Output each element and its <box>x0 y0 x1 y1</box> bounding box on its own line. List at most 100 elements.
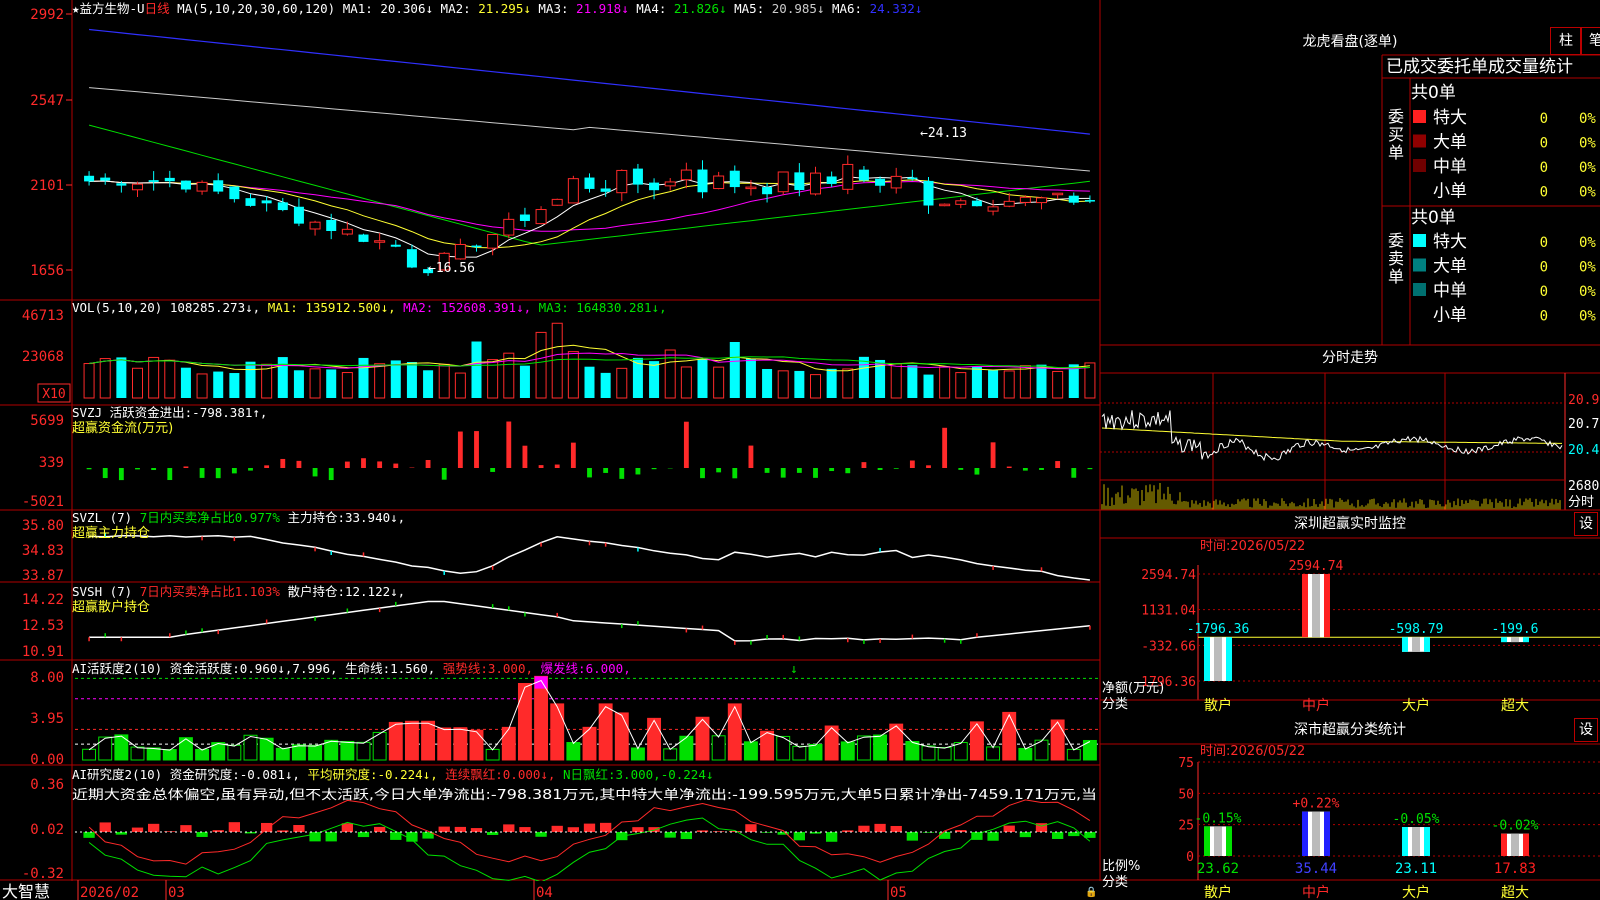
candle-up <box>713 175 725 190</box>
volume-bar <box>131 367 144 399</box>
candle-down <box>229 186 240 200</box>
svsh-axis-tick: 10.91 <box>22 644 64 660</box>
candle-down <box>148 180 159 182</box>
candle-down <box>471 245 482 248</box>
activity-bar <box>534 675 549 761</box>
volume-bar <box>584 366 595 398</box>
ss-bar-edge <box>1226 826 1232 856</box>
volume-bar <box>148 356 160 399</box>
candle-up <box>1035 197 1048 204</box>
side-label-char: 卖 <box>1388 249 1404 268</box>
flow-bar <box>893 468 899 469</box>
candle-down <box>245 198 256 206</box>
ma6-line <box>89 28 1090 135</box>
ss-axis-tick: 0 <box>1186 850 1194 865</box>
sz-bar-label: 2594.74 <box>1289 559 1344 574</box>
activity-bar <box>162 749 177 761</box>
candle-up <box>777 171 789 193</box>
research-bar <box>745 824 757 832</box>
activity-bar <box>969 721 984 761</box>
ai1-axis-tick: 3.95 <box>30 711 64 727</box>
flow-bar <box>151 468 157 471</box>
research-bar <box>535 832 547 837</box>
candle-up <box>890 175 902 189</box>
volume-bar <box>664 349 676 399</box>
volume-bar <box>809 374 822 399</box>
sz-x-title: 净额(万元) <box>1102 681 1164 696</box>
activity-bar <box>98 736 113 761</box>
candle-up <box>454 243 466 260</box>
research-bar <box>632 827 644 832</box>
sz-bar-label: -199.6 <box>1492 622 1539 637</box>
research-bar <box>341 823 354 832</box>
lhkp-title: 龙虎看盘(逐单) <box>1303 33 1398 50</box>
buy-row-swatch <box>1413 110 1426 123</box>
candle-up <box>131 183 144 191</box>
volume-bar <box>697 359 708 398</box>
flow-bar <box>199 468 205 478</box>
volume-bar <box>955 372 967 399</box>
candle-up <box>987 206 999 212</box>
candle-down <box>923 180 934 206</box>
flow-bar <box>554 464 560 468</box>
candle-up <box>745 186 757 190</box>
ss-value-label: 35.44 <box>1295 861 1337 877</box>
research-bar <box>567 827 580 832</box>
tick-view-button[interactable]: 笔 <box>1580 27 1600 55</box>
low-annotation: ←16.56 <box>428 261 475 276</box>
sell-total: 共0单 <box>1411 208 1456 228</box>
flow-bar <box>942 427 948 468</box>
flow-bar <box>425 459 431 468</box>
sz-bar-edge <box>1501 637 1507 643</box>
flow-bar <box>167 468 173 481</box>
research-bar <box>1068 832 1080 837</box>
activity-bar <box>517 683 532 761</box>
sell-row-swatch <box>1413 258 1426 272</box>
svzl-subtitle: 超赢主力持仓 <box>72 525 150 541</box>
sz-settings-button[interactable]: 设 <box>1574 512 1598 536</box>
volume-bar <box>213 371 224 398</box>
activity-bar <box>840 741 855 761</box>
fs-volume-tick: 2680 <box>1568 479 1599 494</box>
activity-bar <box>905 741 920 761</box>
candle-up <box>842 163 854 190</box>
volume-bar <box>794 370 805 398</box>
sell-row-value: 0 <box>1540 235 1548 251</box>
activity-bar <box>421 720 436 761</box>
fs-unit-label: 分时 <box>1568 495 1594 510</box>
volume-bar <box>842 368 854 399</box>
volume-bar <box>1052 370 1064 399</box>
research-bar <box>551 825 563 832</box>
flow-bar <box>958 468 964 470</box>
flow-bar <box>393 463 399 468</box>
column-view-button[interactable]: 柱 <box>1550 27 1582 55</box>
candle-down <box>826 176 837 184</box>
sell-row-pct: 0% <box>1579 260 1596 276</box>
fs-price-tick: 20.99 <box>1568 393 1600 408</box>
ai1-axis-tick: 8.00 <box>30 670 64 686</box>
volume-bar <box>309 368 321 399</box>
status-bar <box>0 881 1600 900</box>
research-bar <box>83 832 95 838</box>
flow-bar <box>264 465 270 468</box>
candle-up <box>939 203 951 207</box>
candle-down <box>762 187 773 195</box>
flow-bar <box>457 431 463 468</box>
candle-up <box>567 178 579 204</box>
flow-bar <box>796 468 802 473</box>
candle-down <box>164 177 175 182</box>
research-bar <box>825 832 838 842</box>
sell-row-value: 0 <box>1540 309 1548 325</box>
ss-settings-button[interactable]: 设 <box>1574 718 1598 742</box>
research-bar <box>131 827 144 832</box>
price-axis-tick: 2992 <box>30 7 64 23</box>
volume-bar <box>1019 365 1031 399</box>
activity-bar <box>824 725 839 761</box>
research-bar <box>1003 825 1015 832</box>
sell-row-name: 特大 <box>1433 232 1467 252</box>
research-bar <box>99 822 111 832</box>
activity-bar <box>808 743 823 761</box>
sell-row-name: 小单 <box>1433 306 1467 326</box>
svsh-header: SVSH (7) 7日内买卖净占比1.103% 散户持仓:12.122↓, <box>72 584 405 599</box>
activity-bar <box>1002 711 1017 761</box>
